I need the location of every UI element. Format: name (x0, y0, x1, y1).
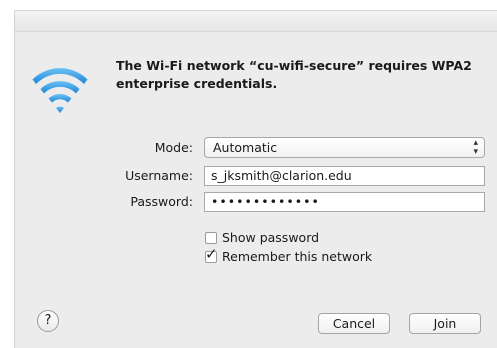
cancel-button[interactable]: Cancel (318, 313, 390, 334)
username-field[interactable]: s_jksmith@clarion.edu (204, 166, 485, 186)
remember-network-checkbox[interactable]: ✓ Remember this network (205, 246, 373, 265)
username-label: Username: (125, 168, 193, 183)
checkmark-icon: ✓ (205, 245, 218, 263)
checkbox-box[interactable]: ✓ (205, 246, 218, 263)
password-field[interactable]: ••••••••••••• (204, 192, 485, 212)
dialog-title-bar (15, 11, 497, 32)
wifi-credentials-dialog: The Wi-Fi network “cu-wifi-secure” requi… (14, 10, 497, 348)
remember-network-label: Remember this network (222, 249, 373, 264)
help-button[interactable]: ? (37, 310, 59, 332)
show-password-checkbox[interactable]: Show password (205, 230, 319, 246)
wifi-icon (32, 68, 88, 113)
join-button[interactable]: Join (409, 313, 481, 334)
checkbox-box[interactable] (205, 232, 217, 244)
mode-select[interactable]: Automatic ▴ ▾ (204, 137, 485, 158)
updown-arrows-icon: ▴ ▾ (473, 138, 478, 157)
password-label: Password: (130, 194, 193, 209)
dialog-message: The Wi-Fi network “cu-wifi-secure” requi… (116, 58, 472, 91)
mode-value: Automatic (213, 140, 278, 155)
mode-label: Mode: (154, 140, 193, 155)
show-password-label: Show password (222, 230, 320, 245)
